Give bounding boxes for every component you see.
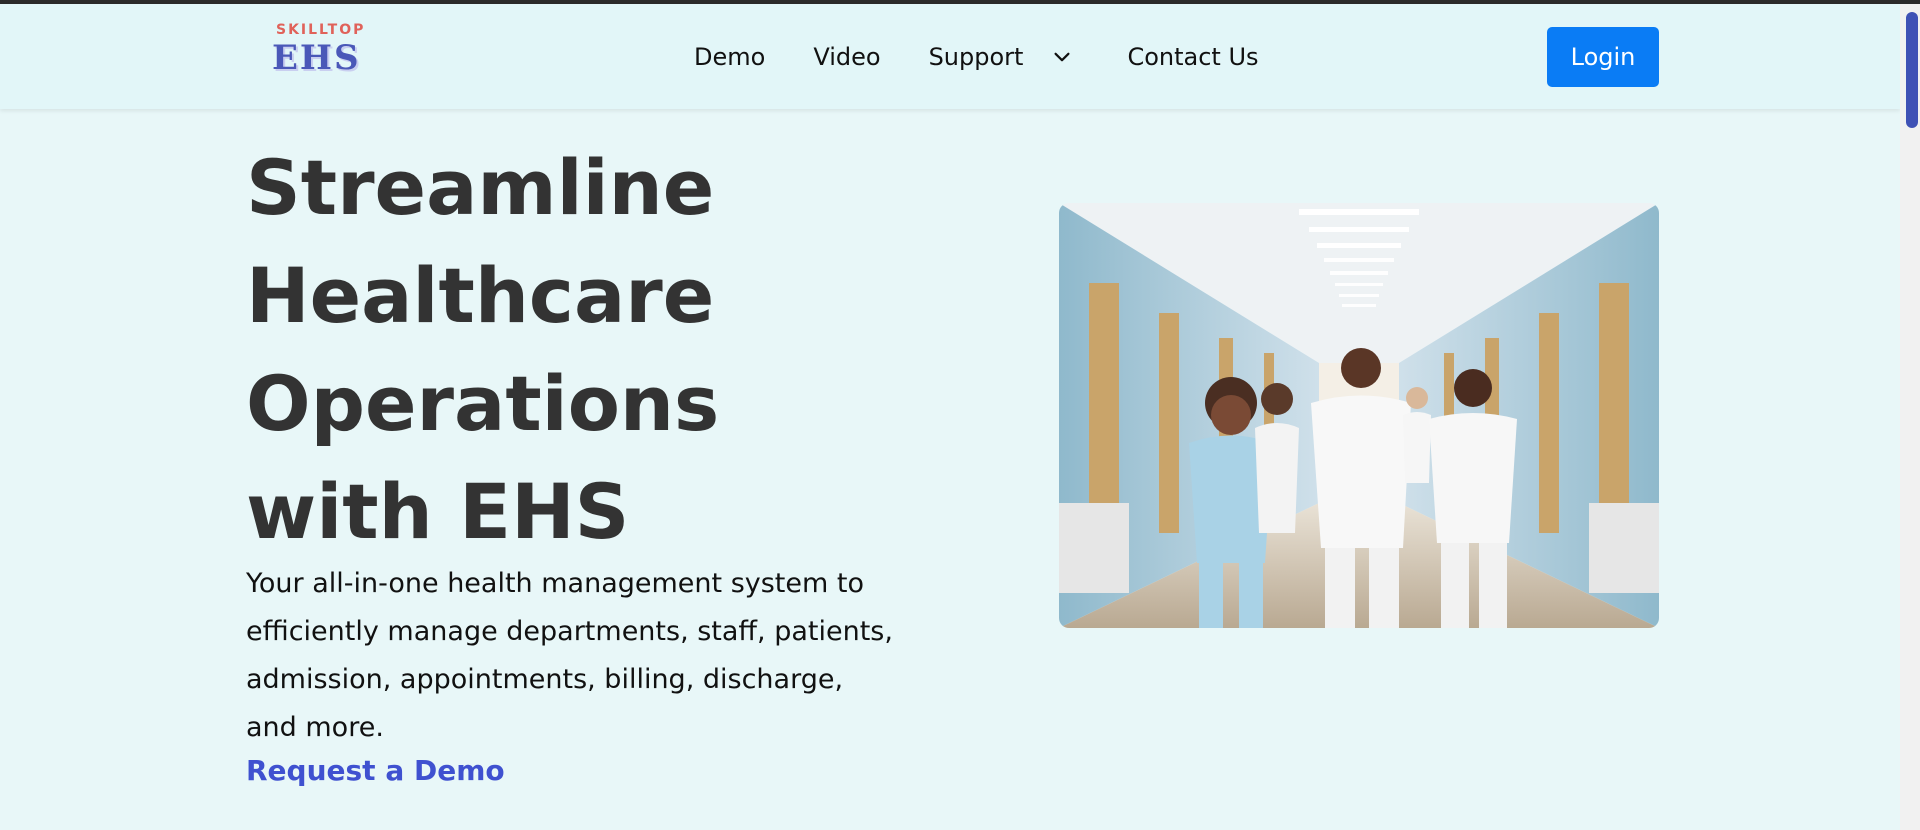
main-nav: Demo Video Support Contact Us [694,4,1307,109]
scrollbar-thumb[interactable] [1906,12,1918,128]
hero-image [1059,203,1659,628]
logo-main-text: EHS [272,38,361,78]
chevron-down-icon[interactable] [1051,46,1073,68]
nav-link-contact-us[interactable]: Contact Us [1127,43,1258,71]
request-demo-link[interactable]: Request a Demo [246,754,505,787]
nav-link-support-label: Support [928,42,1024,71]
logo-top-text: SKILLTOP [276,22,366,38]
brand-logo[interactable]: SKILLTOP EHS [270,22,366,86]
staff-figure-4 [1403,387,1431,483]
hero-description: Your all-in-one health management system… [246,568,893,743]
nav-link-video[interactable]: Video [813,43,880,71]
hero-title: Streamline Healthcare Operations with EH… [246,143,720,556]
nav-link-support[interactable]: Support [929,43,1080,71]
nav-link-demo[interactable]: Demo [694,43,765,71]
login-button[interactable]: Login [1547,27,1659,87]
hospital-staff-illustration [1059,203,1659,628]
navbar: SKILLTOP EHS Demo Video Support Contact … [0,4,1900,109]
